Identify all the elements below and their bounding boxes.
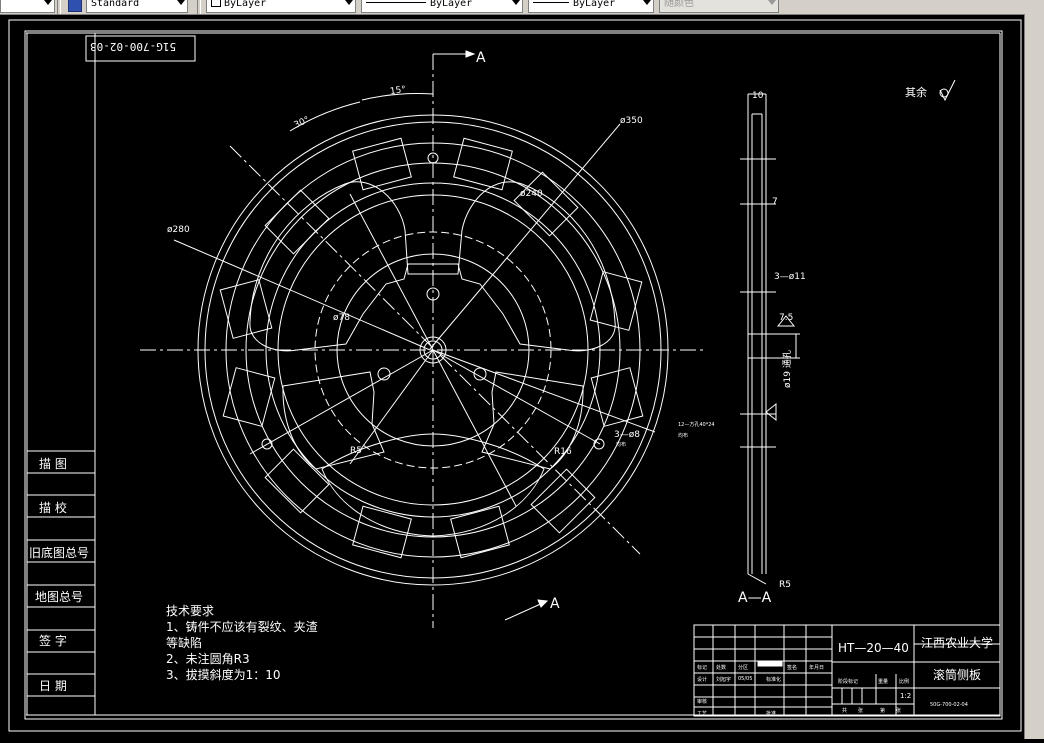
panel-label-map-no: 地图总号 <box>35 590 84 604</box>
tb-row-zone: 分区 <box>738 665 749 671</box>
lineweight-sample-icon <box>533 2 569 3</box>
tb-row-mark: 标记 <box>697 665 708 671</box>
tb-row-sign: 签名 <box>787 665 798 671</box>
side-dim-10: 10 <box>752 91 764 101</box>
section-label-bottom: A <box>550 596 560 612</box>
side-dim-75: 7.5 <box>779 313 794 323</box>
tb-total: 共 <box>842 708 848 714</box>
text-style-dropdown[interactable]: Standard <box>86 0 188 13</box>
dim-slots-sub: 均布 <box>678 433 689 439</box>
tb-approve: 批准 <box>766 711 777 717</box>
section-view-title: A—A <box>738 590 772 606</box>
plot-style-dropdown: 随颜色 <box>659 0 779 13</box>
dim-holes-sub: 均布 <box>616 442 627 448</box>
color-value: ByLayer <box>224 0 267 9</box>
tech-req-title: 技术要求 <box>166 604 215 618</box>
drawing-canvas[interactable] <box>0 14 1024 743</box>
dim-d350: ø350 <box>620 116 643 126</box>
tb-design-date: 05/05 <box>738 676 753 682</box>
toolbar-separator <box>57 0 61 14</box>
color-swatch-icon <box>211 0 221 7</box>
dim-slots: 12—方孔40*24 <box>678 422 715 428</box>
tech-req-line1: 1、铸件不应该有裂纹、夹渣 <box>166 620 318 634</box>
tech-req-line3: 2、未注圆角R3 <box>166 652 250 666</box>
school-name: 江西农业大学 <box>921 636 994 650</box>
panel-label-check: 描 校 <box>39 501 67 515</box>
panel-label-old-no: 旧底图总号 <box>29 546 90 560</box>
text-style-value: Standard <box>91 0 140 9</box>
tb-row-count: 处数 <box>716 665 727 671</box>
tech-req-line2: 等缺陷 <box>166 636 203 650</box>
tb-scale: 比例 <box>899 679 910 685</box>
tb-designer: 刘旭宇 <box>716 677 732 683</box>
panel-label-sign: 签 字 <box>39 634 67 648</box>
side-dim-d19: ø19 通孔 <box>783 350 793 388</box>
tb-standard: 标准化 <box>766 677 782 683</box>
drawing-number: 50G-700-02-04 <box>930 702 968 708</box>
dim-d280: ø280 <box>167 225 190 235</box>
surface-note: 其余 <box>905 86 927 99</box>
tb-design: 设计 <box>697 677 708 683</box>
panel-label-date: 日 期 <box>39 679 67 693</box>
scale-value: 1:2 <box>900 692 912 700</box>
lineweight-value: ByLayer <box>573 0 616 9</box>
text-style-icon[interactable] <box>68 0 82 12</box>
tb-row-date: 年月日 <box>809 665 825 671</box>
side-section-view <box>740 93 800 585</box>
toolbar-separator <box>197 0 201 14</box>
section-label-top: A <box>476 50 486 66</box>
tb-weight: 重量 <box>878 679 889 685</box>
tech-req-line4: 3、拔摸斜度为1：10 <box>166 668 281 682</box>
linetype-value: ByLayer <box>430 0 473 9</box>
wheel-front-view <box>140 54 705 628</box>
dim-d78: ø78 <box>333 313 350 323</box>
tb-process: 工艺 <box>697 711 708 717</box>
material-label: HT—20—40 <box>838 641 909 655</box>
dim-d240: ø240 <box>520 189 543 199</box>
panel-label-trace: 描 图 <box>39 457 67 471</box>
tb-stage: 阶段标记 <box>838 679 859 685</box>
plot-style-value: 随颜色 <box>664 0 694 9</box>
tb-sheet2: 张 <box>896 708 902 714</box>
linetype-dropdown[interactable]: ByLayer <box>361 0 523 13</box>
dim-r5: R5 <box>350 446 362 456</box>
dim-holes: 3—ø8 <box>614 430 640 440</box>
side-dim-7: 7 <box>772 197 778 207</box>
previous-dropdown[interactable] <box>0 0 55 13</box>
tb-review: 审核 <box>697 699 708 705</box>
side-dim-holes: 3—ø11 <box>774 272 806 282</box>
dim-r16: R16 <box>554 447 572 457</box>
lineweight-dropdown[interactable]: ByLayer <box>528 0 654 13</box>
part-name: 滚筒侧板 <box>933 668 982 682</box>
mirrored-drawing-code: 51G-700-02-03 <box>90 40 177 53</box>
properties-toolbar: Standard ByLayer ByLayer ByLayer 随颜色 <box>0 0 1044 15</box>
cad-drawing <box>8 19 1022 732</box>
vertical-scrollbar[interactable] <box>1024 14 1044 739</box>
linetype-sample-icon <box>366 2 426 3</box>
left-signature-panel <box>27 450 95 697</box>
color-dropdown[interactable]: ByLayer <box>206 0 356 13</box>
tb-sheets: 张 <box>858 708 864 714</box>
side-dim-r5: R5 <box>779 580 791 590</box>
tb-sheet: 第 <box>880 708 886 714</box>
